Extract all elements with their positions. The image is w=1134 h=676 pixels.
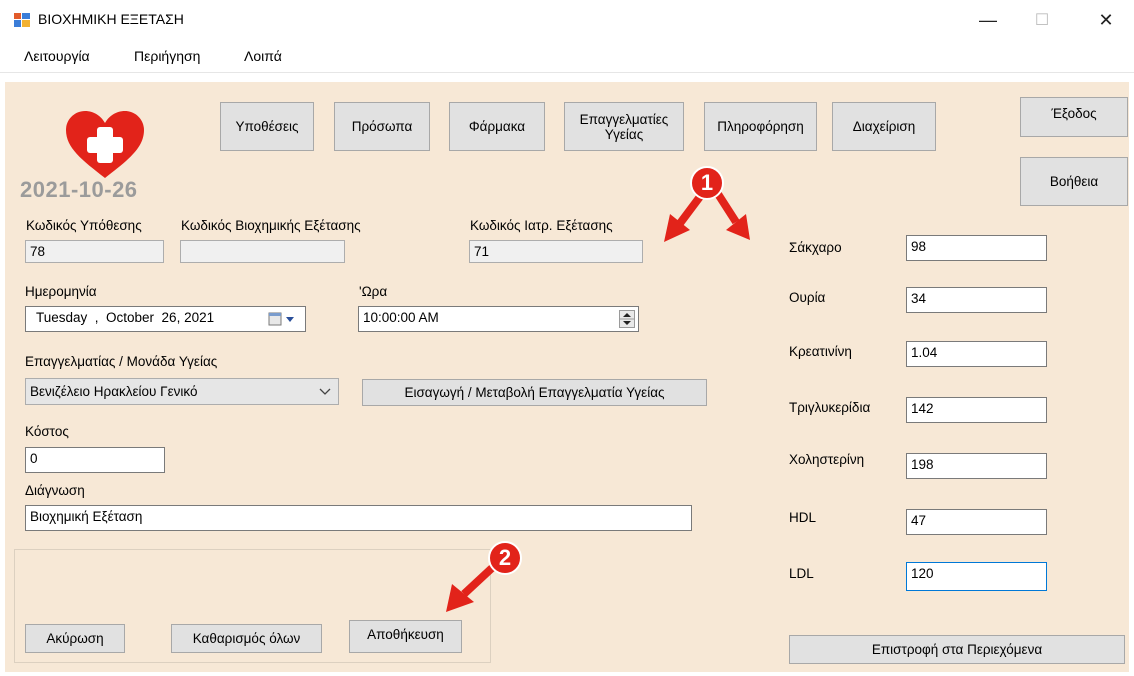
med-exam-code-field[interactable]: 71 bbox=[469, 240, 643, 263]
edit-professional-button[interactable]: Εισαγωγή / Μεταβολή Επαγγελματία Υγείας bbox=[362, 379, 707, 406]
annotation-badge-1: 1 bbox=[690, 166, 724, 200]
result-label-hdl: HDL bbox=[789, 510, 817, 525]
result-label-triglycerides: Τριγλυκερίδια bbox=[789, 400, 871, 415]
administration-button[interactable]: Διαχείριση bbox=[832, 102, 936, 151]
result-label-ldl: LDL bbox=[789, 566, 814, 581]
minimize-button[interactable]: — bbox=[968, 6, 1008, 34]
maximize-button[interactable]: ☐ bbox=[1022, 6, 1062, 34]
menu-item-other[interactable]: Λοιπά bbox=[244, 48, 282, 64]
result-field-cholesterol[interactable]: 198 bbox=[906, 453, 1047, 479]
drugs-button[interactable]: Φάρμακα bbox=[449, 102, 545, 151]
calendar-dropdown-icon[interactable] bbox=[268, 312, 298, 326]
close-button[interactable]: ✕ bbox=[1086, 6, 1126, 34]
current-date: 2021-10-26 bbox=[20, 177, 138, 202]
result-field-ldl[interactable]: 120 bbox=[906, 562, 1047, 591]
exit-button[interactable]: Έξοδος bbox=[1020, 97, 1128, 137]
time-label: 'Ωρα bbox=[359, 284, 388, 299]
spinner-updown-icon[interactable] bbox=[619, 310, 635, 328]
diagnosis-field[interactable]: Βιοχημική Εξέταση bbox=[25, 505, 692, 531]
result-label-urea: Ουρία bbox=[789, 290, 826, 305]
professional-label: Επαγγελματίας / Μονάδα Υγείας bbox=[25, 354, 218, 369]
result-field-creatinine[interactable]: 1.04 bbox=[906, 341, 1047, 367]
result-field-triglycerides[interactable]: 142 bbox=[906, 397, 1047, 423]
app-icon bbox=[14, 13, 30, 27]
result-label-cholesterol: Χοληστερίνη bbox=[789, 452, 865, 467]
cost-field[interactable]: 0 bbox=[25, 447, 165, 473]
menu-item-navigation[interactable]: Περιήγηση bbox=[134, 48, 200, 64]
time-picker-value: 10:00:00 AM bbox=[363, 310, 439, 325]
professional-combobox[interactable]: Βενιζέλειο Ηρακλείου Γενικό bbox=[25, 378, 339, 405]
date-picker-value: Tuesday , October 26, 2021 bbox=[36, 310, 215, 325]
biochem-code-field[interactable] bbox=[180, 240, 345, 263]
result-label-glucose: Σάκχαρο bbox=[789, 240, 842, 255]
case-code-field[interactable]: 78 bbox=[25, 240, 164, 263]
save-button[interactable]: Αποθήκευση bbox=[349, 620, 462, 653]
window-title: ΒΙΟΧΗΜΙΚΗ ΕΞΕΤΑΣΗ bbox=[38, 11, 184, 27]
result-field-urea[interactable]: 34 bbox=[906, 287, 1047, 313]
cancel-button[interactable]: Ακύρωση bbox=[25, 624, 125, 653]
heart-cross-icon bbox=[66, 111, 144, 178]
health-professionals-button[interactable]: Επαγγελματίες Υγείας bbox=[564, 102, 684, 151]
cost-label: Κόστος bbox=[25, 424, 69, 439]
return-to-contents-button[interactable]: Επιστροφή στα Περιεχόμενα bbox=[789, 635, 1125, 664]
cases-button[interactable]: Υποθέσεις bbox=[220, 102, 314, 151]
chevron-down-icon[interactable] bbox=[319, 388, 331, 396]
biochem-code-label: Κωδικός Βιοχημικής Εξέτασης bbox=[181, 218, 361, 233]
time-picker[interactable]: 10:00:00 AM bbox=[358, 306, 639, 332]
persons-button[interactable]: Πρόσωπα bbox=[334, 102, 430, 151]
clear-all-button[interactable]: Καθαρισμός όλων bbox=[171, 624, 322, 653]
menu-item-function[interactable]: Λειτουργία bbox=[24, 48, 90, 64]
date-picker[interactable]: Tuesday , October 26, 2021 bbox=[25, 306, 306, 332]
diagnosis-label: Διάγνωση bbox=[25, 483, 85, 498]
case-code-label: Κωδικός Υπόθεσης bbox=[26, 218, 142, 233]
med-exam-code-label: Κωδικός Ιατρ. Εξέτασης bbox=[470, 218, 613, 233]
help-button[interactable]: Βοήθεια bbox=[1020, 157, 1128, 206]
annotation-badge-2: 2 bbox=[488, 541, 522, 575]
information-button[interactable]: Πληροφόρηση bbox=[704, 102, 817, 151]
result-field-hdl[interactable]: 47 bbox=[906, 509, 1047, 535]
result-label-creatinine: Κρεατινίνη bbox=[789, 344, 852, 359]
professional-combobox-value: Βενιζέλειο Ηρακλείου Γενικό bbox=[30, 384, 198, 399]
date-label: Ημερομηνία bbox=[25, 284, 97, 299]
result-field-glucose[interactable]: 98 bbox=[906, 235, 1047, 261]
